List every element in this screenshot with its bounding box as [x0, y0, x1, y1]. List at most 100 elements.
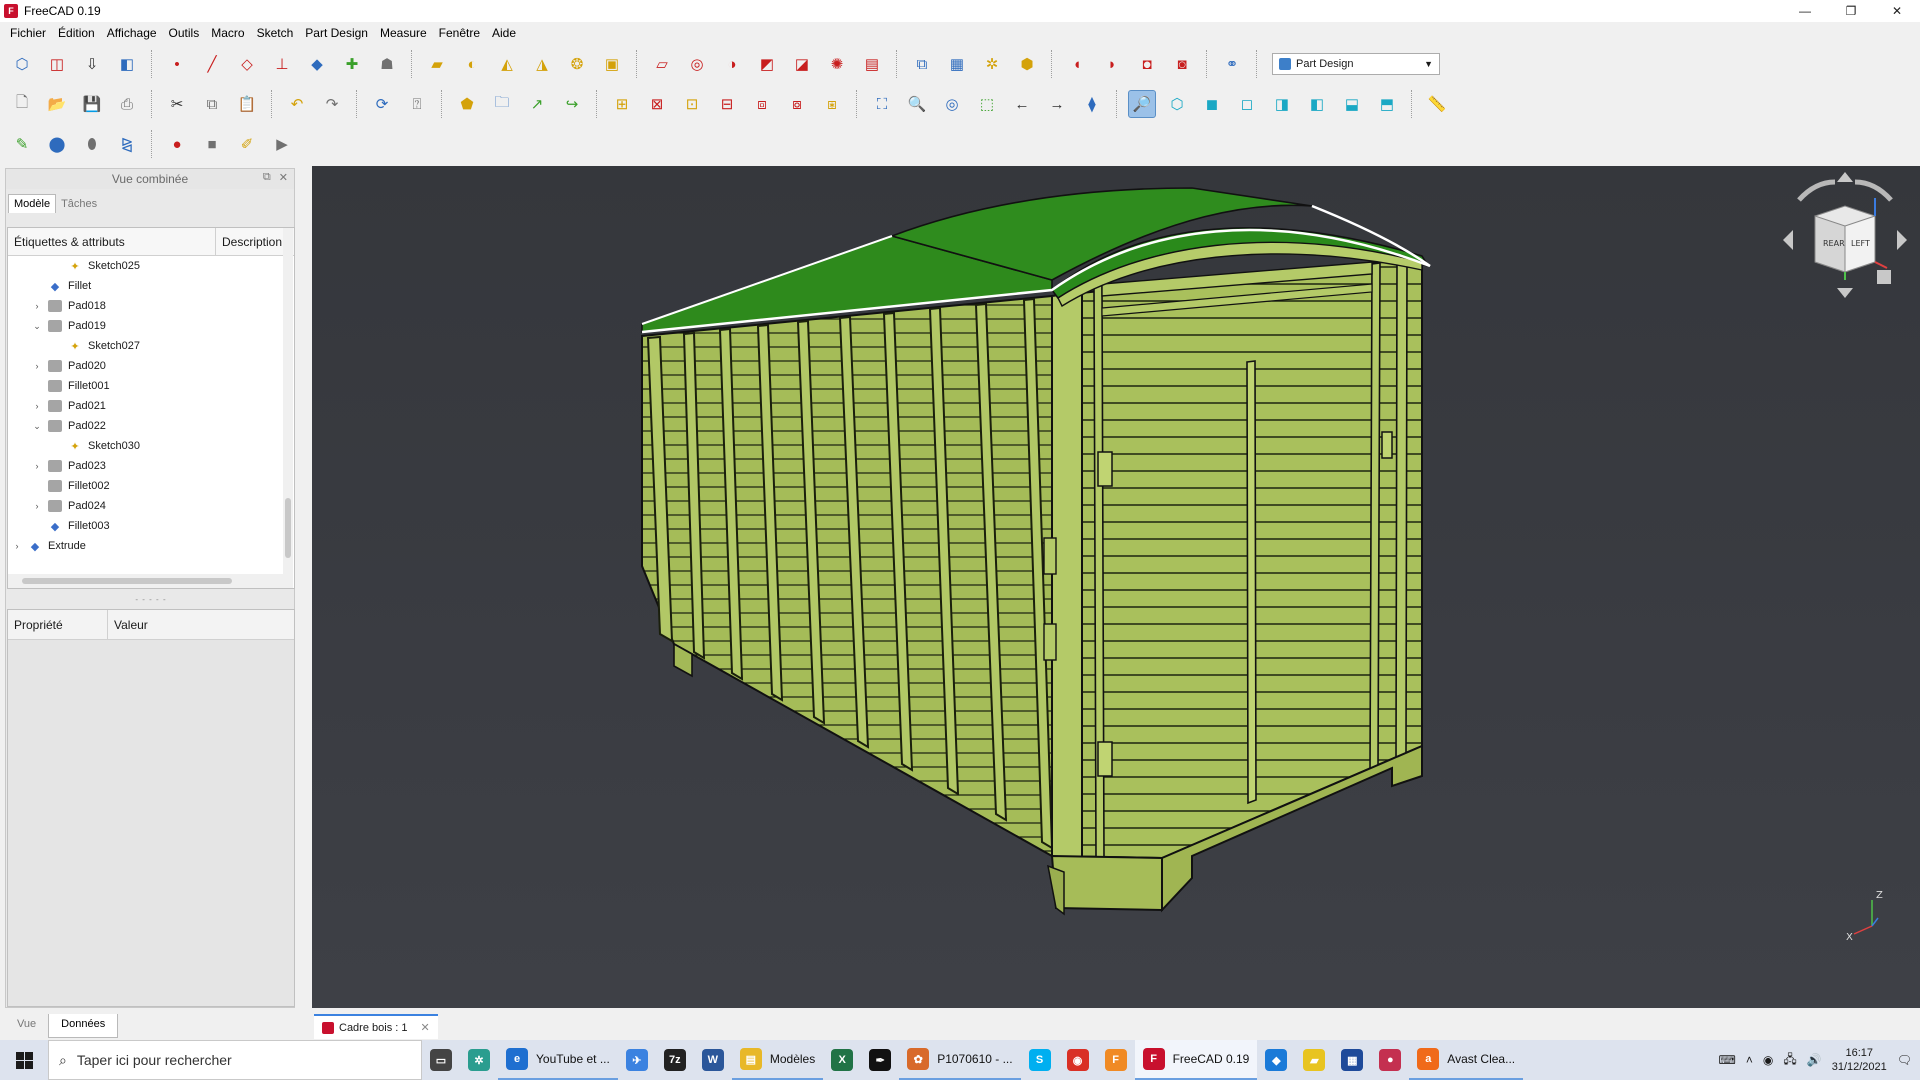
taskbar-task-view[interactable]: ▭: [422, 1040, 460, 1080]
taskbar-explorer-modeles[interactable]: ▤ Modèles: [731, 1040, 824, 1080]
zoom-box-icon[interactable]: 🔎: [1128, 90, 1156, 118]
bounding-box-icon[interactable]: ⬚: [973, 90, 1001, 118]
prop-col-property[interactable]: Propriété: [8, 610, 108, 639]
datum-point-icon[interactable]: •: [163, 50, 191, 78]
taskbar-avast-app[interactable]: a Avast Clea...: [1409, 1040, 1524, 1080]
close-button[interactable]: ✕: [1874, 0, 1920, 22]
tree-item[interactable]: ✦ Sketch030: [8, 436, 294, 456]
taskbar-photo-app[interactable]: ✿ P1070610 - ...: [899, 1040, 1021, 1080]
paste-icon[interactable]: 📋: [233, 90, 261, 118]
navigation-cube[interactable]: REAR LEFT: [1775, 170, 1915, 310]
taskbar-excel-app[interactable]: X: [823, 1040, 861, 1080]
arrow-up-icon[interactable]: [1837, 172, 1853, 182]
measure-linear-icon[interactable]: ⊞: [608, 90, 636, 118]
tree-item[interactable]: › Pad024: [8, 496, 294, 516]
chamfer-icon[interactable]: ◗: [1098, 50, 1126, 78]
clock[interactable]: 16:17 31/12/2021: [1832, 1046, 1887, 1074]
create-sketch-icon[interactable]: ◫: [43, 50, 71, 78]
tree-item[interactable]: ◆ Fillet: [8, 276, 294, 296]
taskbar-freecad-app[interactable]: F FreeCAD 0.19: [1134, 1040, 1258, 1080]
tree-item[interactable]: › Pad023: [8, 456, 294, 476]
draw-style-icon[interactable]: ◎: [938, 90, 966, 118]
scroll-thumb[interactable]: [285, 498, 291, 558]
fillet-icon[interactable]: ◖: [1063, 50, 1091, 78]
mirrored-icon[interactable]: ⧉: [908, 50, 936, 78]
tab-donnees[interactable]: Données: [48, 1014, 119, 1038]
new-document-icon[interactable]: 🗋: [8, 90, 36, 118]
macro-run-icon[interactable]: ▶: [268, 130, 296, 158]
std-part-icon[interactable]: ⬤: [43, 130, 71, 158]
start-button[interactable]: [0, 1040, 48, 1080]
menu-sketch[interactable]: Sketch: [251, 26, 300, 40]
additive-loft-icon[interactable]: ◭: [493, 50, 521, 78]
arrow-down-icon[interactable]: [1837, 288, 1853, 298]
expand-icon[interactable]: ›: [32, 461, 42, 471]
collapse-icon[interactable]: ⌄: [32, 321, 42, 332]
linear-pattern-icon[interactable]: ▦: [943, 50, 971, 78]
additive-pipe-icon[interactable]: ◮: [528, 50, 556, 78]
view-right-icon[interactable]: ◨: [1268, 90, 1296, 118]
local-cs-icon[interactable]: ⊥: [268, 50, 296, 78]
fit-selection-icon[interactable]: 🔍: [903, 90, 931, 118]
subtractive-pipe-icon[interactable]: ◪: [788, 50, 816, 78]
view-rear-icon[interactable]: ◧: [1303, 90, 1331, 118]
attach-sketch-icon[interactable]: ◧: [113, 50, 141, 78]
tab-vue[interactable]: Vue: [5, 1014, 48, 1038]
shape-binder-icon[interactable]: ◆: [303, 50, 331, 78]
tree-col-labels[interactable]: Étiquettes & attributs: [8, 228, 216, 255]
menu-fenetre[interactable]: Fenêtre: [433, 26, 486, 40]
arrow-left-icon[interactable]: [1783, 230, 1793, 250]
sketch-edit-icon[interactable]: ✎: [8, 130, 36, 158]
revolution-icon[interactable]: ◐: [458, 50, 486, 78]
document-tab[interactable]: Cadre bois : 1 ✕: [314, 1014, 438, 1039]
part-icon[interactable]: ⬟: [453, 90, 481, 118]
measure-toggle-icon[interactable]: ⧈: [748, 90, 776, 118]
restore-button[interactable]: ❐: [1828, 0, 1874, 22]
expand-icon[interactable]: ›: [32, 301, 42, 311]
fit-all-icon[interactable]: ⛶: [868, 90, 896, 118]
taskbar-f-app[interactable]: F: [1097, 1040, 1135, 1080]
std-shape-icon[interactable]: ⬮: [78, 130, 106, 158]
volume-icon[interactable]: 🔊: [1807, 1053, 1822, 1067]
menu-outils[interactable]: Outils: [163, 26, 206, 40]
undo-icon[interactable]: ↶: [283, 90, 311, 118]
tree-horizontal-scrollbar[interactable]: [8, 574, 284, 588]
notifications-icon[interactable]: 🗨: [1897, 1053, 1912, 1067]
taskbar-berry-app[interactable]: ●: [1371, 1040, 1409, 1080]
arrow-right-icon[interactable]: [1897, 230, 1907, 250]
taskbar-mail-app[interactable]: ✈: [618, 1040, 656, 1080]
save-icon[interactable]: 💾: [78, 90, 106, 118]
link-icon[interactable]: ↗: [523, 90, 551, 118]
macro-record-icon[interactable]: ●: [163, 130, 191, 158]
clone-icon[interactable]: ☗: [373, 50, 401, 78]
view-bottom-icon[interactable]: ⬓: [1338, 90, 1366, 118]
groove-icon[interactable]: ◑: [718, 50, 746, 78]
taskbar-skype-app[interactable]: S: [1021, 1040, 1059, 1080]
menu-macro[interactable]: Macro: [205, 26, 250, 40]
additive-helix-icon[interactable]: ❂: [563, 50, 591, 78]
menu-affichage[interactable]: Affichage: [101, 26, 163, 40]
subshape-binder-icon[interactable]: ✚: [338, 50, 366, 78]
tab-taches[interactable]: Tâches: [56, 195, 102, 213]
expand-icon[interactable]: ›: [32, 361, 42, 371]
subtractive-helix-icon[interactable]: ✺: [823, 50, 851, 78]
taskbar-chrome-app[interactable]: ◉: [1059, 1040, 1097, 1080]
boolean-icon[interactable]: ⚭: [1218, 50, 1246, 78]
taskbar-calculator-app[interactable]: ▦: [1333, 1040, 1371, 1080]
pocket-icon[interactable]: ▱: [648, 50, 676, 78]
tree-item[interactable]: › Pad018: [8, 296, 294, 316]
menu-measure[interactable]: Measure: [374, 26, 433, 40]
print-icon[interactable]: ⎙: [113, 90, 141, 118]
cube-face-rear[interactable]: REAR: [1823, 239, 1845, 248]
menu-edition[interactable]: Édition: [52, 26, 101, 40]
std-mirror-icon[interactable]: ⧎: [113, 130, 141, 158]
view-left-icon[interactable]: ⬒: [1373, 90, 1401, 118]
taskbar-inkscape-app[interactable]: ✒: [861, 1040, 899, 1080]
hole-icon[interactable]: ◎: [683, 50, 711, 78]
cut-icon[interactable]: ✂: [163, 90, 191, 118]
rotate-right-icon[interactable]: [1854, 179, 1893, 202]
measure-distance-icon[interactable]: 📏: [1423, 90, 1451, 118]
cube-menu-icon[interactable]: [1877, 270, 1891, 284]
back-icon[interactable]: ←: [1008, 90, 1036, 118]
measure-angular-icon[interactable]: ⊠: [643, 90, 671, 118]
